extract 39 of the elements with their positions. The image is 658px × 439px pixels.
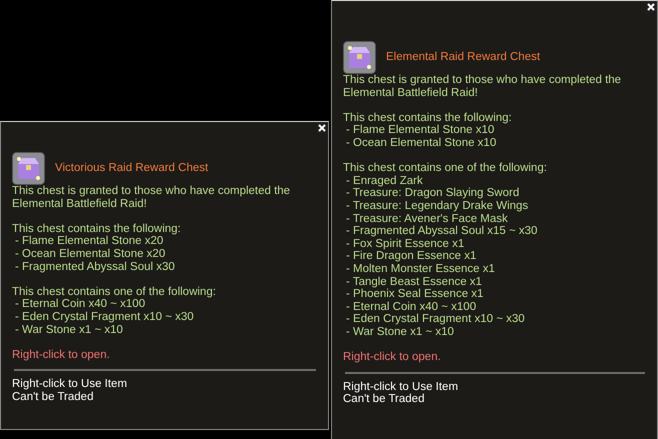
content-item: - Fragmented Abyssal Soul x30 bbox=[14, 260, 176, 274]
content-item: - Ocean Elemental Stone x20 bbox=[14, 248, 166, 261]
contents-header: This chest contains the following: bbox=[343, 112, 513, 124]
content-item: - Molten Monster Essence x1 bbox=[345, 262, 496, 276]
content-item: - Phoenix Seal Essence x1 bbox=[345, 288, 484, 301]
content-item: - Tangle Beast Essence x1 bbox=[345, 276, 483, 288]
close-icon[interactable] bbox=[317, 123, 327, 133]
content-item: - Eternal Coin x40 ~ x100 bbox=[345, 300, 478, 314]
content-item: - Fragmented Abyssal Soul x15 ~ x30 bbox=[345, 225, 538, 238]
item-title: Elemental Raid Reward Chest bbox=[386, 50, 540, 64]
content-item: - Treasure: Dragon Slaying Sword bbox=[345, 187, 520, 200]
item-description: This chest is granted to those who have completed the Elemental Battlefield Raid! bbox=[12, 185, 292, 210]
item-property: Right-click to Use Item bbox=[343, 380, 460, 394]
open-hint: Right-click to open. bbox=[343, 351, 442, 364]
content-item: - Flame Elemental Stone x20 bbox=[14, 235, 164, 248]
content-item: - Eden Crystal Fragment x10 ~ x30 bbox=[345, 313, 526, 326]
item-property: Can't be Traded bbox=[343, 393, 426, 406]
content-item: - War Stone x1 ~ x10 bbox=[345, 326, 455, 338]
content-item: - Ocean Elemental Stone x10 bbox=[345, 136, 498, 150]
content-item: - Treasure: Avener's Face Mask bbox=[345, 212, 509, 226]
content-item: - War Stone x1 ~ x10 bbox=[14, 324, 124, 336]
content-item: - Eden Crystal Fragment x10 ~ x30 bbox=[14, 310, 195, 324]
item-property: Right-click to Use Item bbox=[12, 378, 128, 391]
content-item: - Fox Spirit Essence x1 bbox=[345, 238, 466, 250]
item-property: Can't be Traded bbox=[12, 390, 94, 404]
open-hint: Right-click to open. bbox=[12, 348, 111, 362]
content-item: - Fire Dragon Essence x1 bbox=[345, 250, 478, 263]
treasure-chest-icon bbox=[343, 40, 376, 74]
content-item: - Eternal Coin x40 ~ x100 bbox=[14, 298, 146, 311]
close-icon[interactable] bbox=[646, 2, 656, 12]
content-item: - Flame Elemental Stone x10 bbox=[345, 124, 496, 137]
random-contents-header: This chest contains one of the following: bbox=[12, 286, 217, 298]
random-contents-header: This chest contains one of the following: bbox=[343, 162, 548, 175]
item-title: Victorious Raid Reward Chest bbox=[55, 162, 208, 174]
item-description: This chest is granted to those who have completed the Elemental Battlefield Raid! bbox=[343, 74, 622, 100]
content-item: - Treasure: Legendary Drake Wings bbox=[345, 200, 530, 213]
contents-header: This chest contains the following: bbox=[12, 222, 182, 236]
content-item: - Enraged Zark bbox=[345, 174, 424, 188]
treasure-chest-icon bbox=[12, 152, 45, 184]
